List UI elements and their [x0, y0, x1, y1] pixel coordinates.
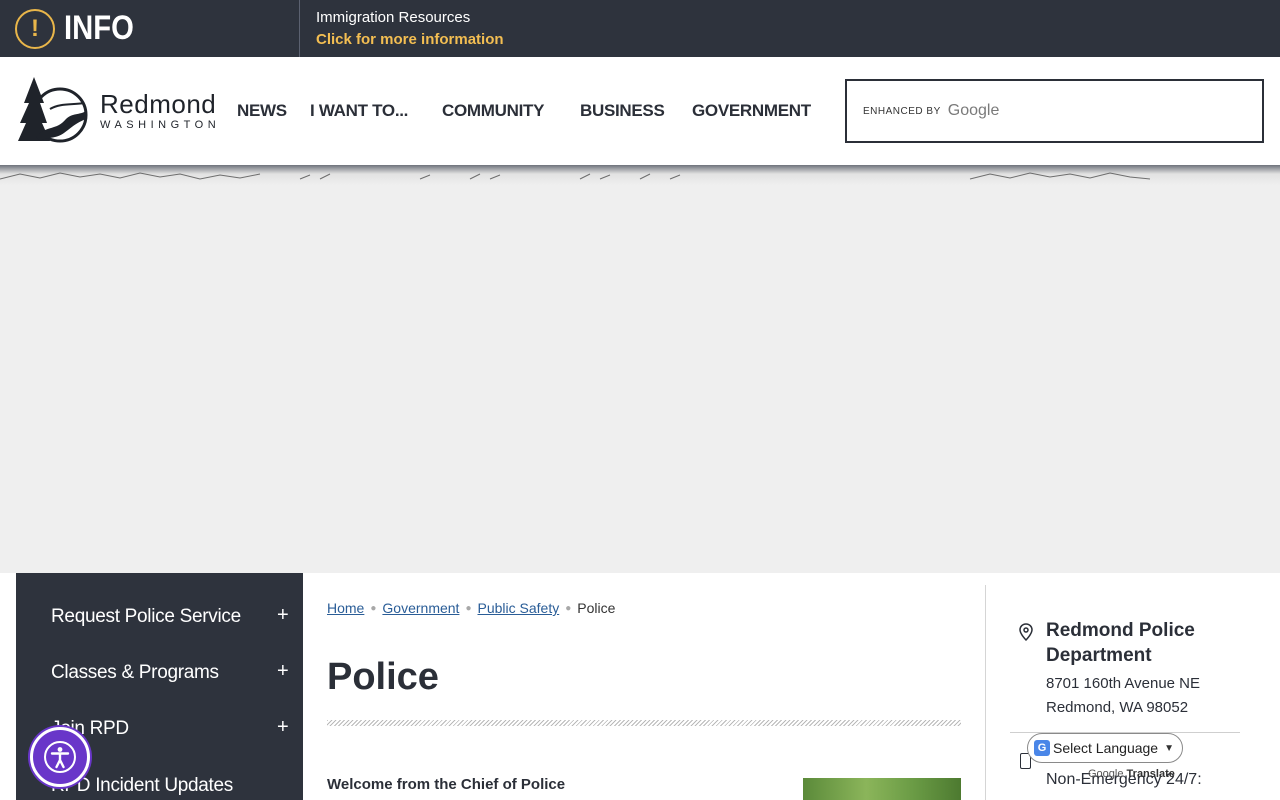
alert-info-block: ! INFO — [0, 0, 300, 57]
breadcrumb-home[interactable]: Home — [327, 600, 364, 616]
google-translate-icon: G — [1034, 740, 1050, 756]
breadcrumb-government[interactable]: Government — [382, 600, 459, 616]
language-select[interactable]: G Select Language ▼ — [1027, 733, 1183, 763]
breadcrumb-separator-icon: ● — [465, 602, 472, 614]
language-select-label: Select Language — [1053, 740, 1159, 756]
logo-subtitle: WASHINGTON — [100, 119, 221, 131]
address-line-1: 8701 160th Avenue NE — [1046, 675, 1201, 692]
logo-text: Redmond WASHINGTON — [100, 90, 220, 132]
alert-more-info-link[interactable]: Click for more information — [316, 29, 504, 51]
breadcrumb-public-safety[interactable]: Public Safety — [478, 600, 560, 616]
title-divider — [327, 720, 961, 726]
exclamation-icon: ! — [15, 8, 55, 49]
page-title: Police — [327, 656, 439, 698]
redmond-logo[interactable]: Redmond WASHINGTON — [16, 73, 220, 149]
banner-image-strip — [0, 165, 1280, 185]
alert-title: Immigration Resources — [316, 8, 471, 26]
nav-news[interactable]: NEWS — [237, 101, 287, 121]
location-pin-icon — [1019, 623, 1033, 641]
powered-by-google-translate[interactable]: Google Translate — [1088, 768, 1175, 780]
accessibility-person-icon — [44, 741, 76, 773]
chief-photo — [803, 778, 961, 800]
alert-bar: ! INFO Immigration Resources Click for m… — [0, 0, 1280, 57]
expand-plus-icon[interactable]: + — [277, 604, 289, 627]
column-divider — [985, 585, 986, 800]
alert-message[interactable]: Immigration Resources Click for more inf… — [300, 0, 504, 57]
nav-government[interactable]: GOVERNMENT — [692, 101, 811, 121]
expand-plus-icon[interactable]: + — [277, 716, 289, 739]
site-header: Redmond WASHINGTON NEWS I WANT TO... COM… — [0, 57, 1280, 165]
chevron-down-icon: ▼ — [1164, 742, 1174, 754]
breadcrumb: Home ● Government ● Public Safety ● Poli… — [327, 600, 615, 616]
department-name: Redmond Police Department — [1046, 620, 1195, 666]
breadcrumb-separator-icon: ● — [565, 602, 572, 614]
sidebar-item-request-police-service[interactable]: Request Police Service — [51, 606, 241, 628]
address-line-2: Redmond, WA 98052 — [1046, 699, 1189, 716]
search-enhanced-by: ENHANCED BY — [863, 105, 941, 117]
breadcrumb-current: Police — [577, 600, 616, 616]
sidebar-item-classes-programs[interactable]: Classes & Programs — [51, 662, 219, 684]
search-brand: Google — [947, 102, 1000, 119]
accessibility-button[interactable] — [30, 727, 90, 787]
logo-name: Redmond — [100, 89, 217, 119]
expand-plus-icon[interactable]: + — [277, 660, 289, 683]
tree-silhouette-image — [0, 172, 1151, 180]
search-input[interactable]: ENHANCED BY Google — [845, 79, 1264, 143]
breadcrumb-separator-icon: ● — [370, 602, 377, 614]
welcome-heading: Welcome from the Chief of Police — [327, 776, 566, 793]
powered-google: Google — [1088, 768, 1124, 780]
hero-banner — [0, 185, 1280, 573]
nav-community[interactable]: COMMUNITY — [442, 101, 544, 121]
alert-label: INFO — [64, 9, 134, 47]
redmond-logo-mark-icon — [18, 77, 88, 143]
nav-business[interactable]: BUSINESS — [580, 101, 665, 121]
nav-i-want-to[interactable]: I WANT TO... — [310, 101, 408, 121]
powered-translate: Translate — [1126, 768, 1175, 780]
